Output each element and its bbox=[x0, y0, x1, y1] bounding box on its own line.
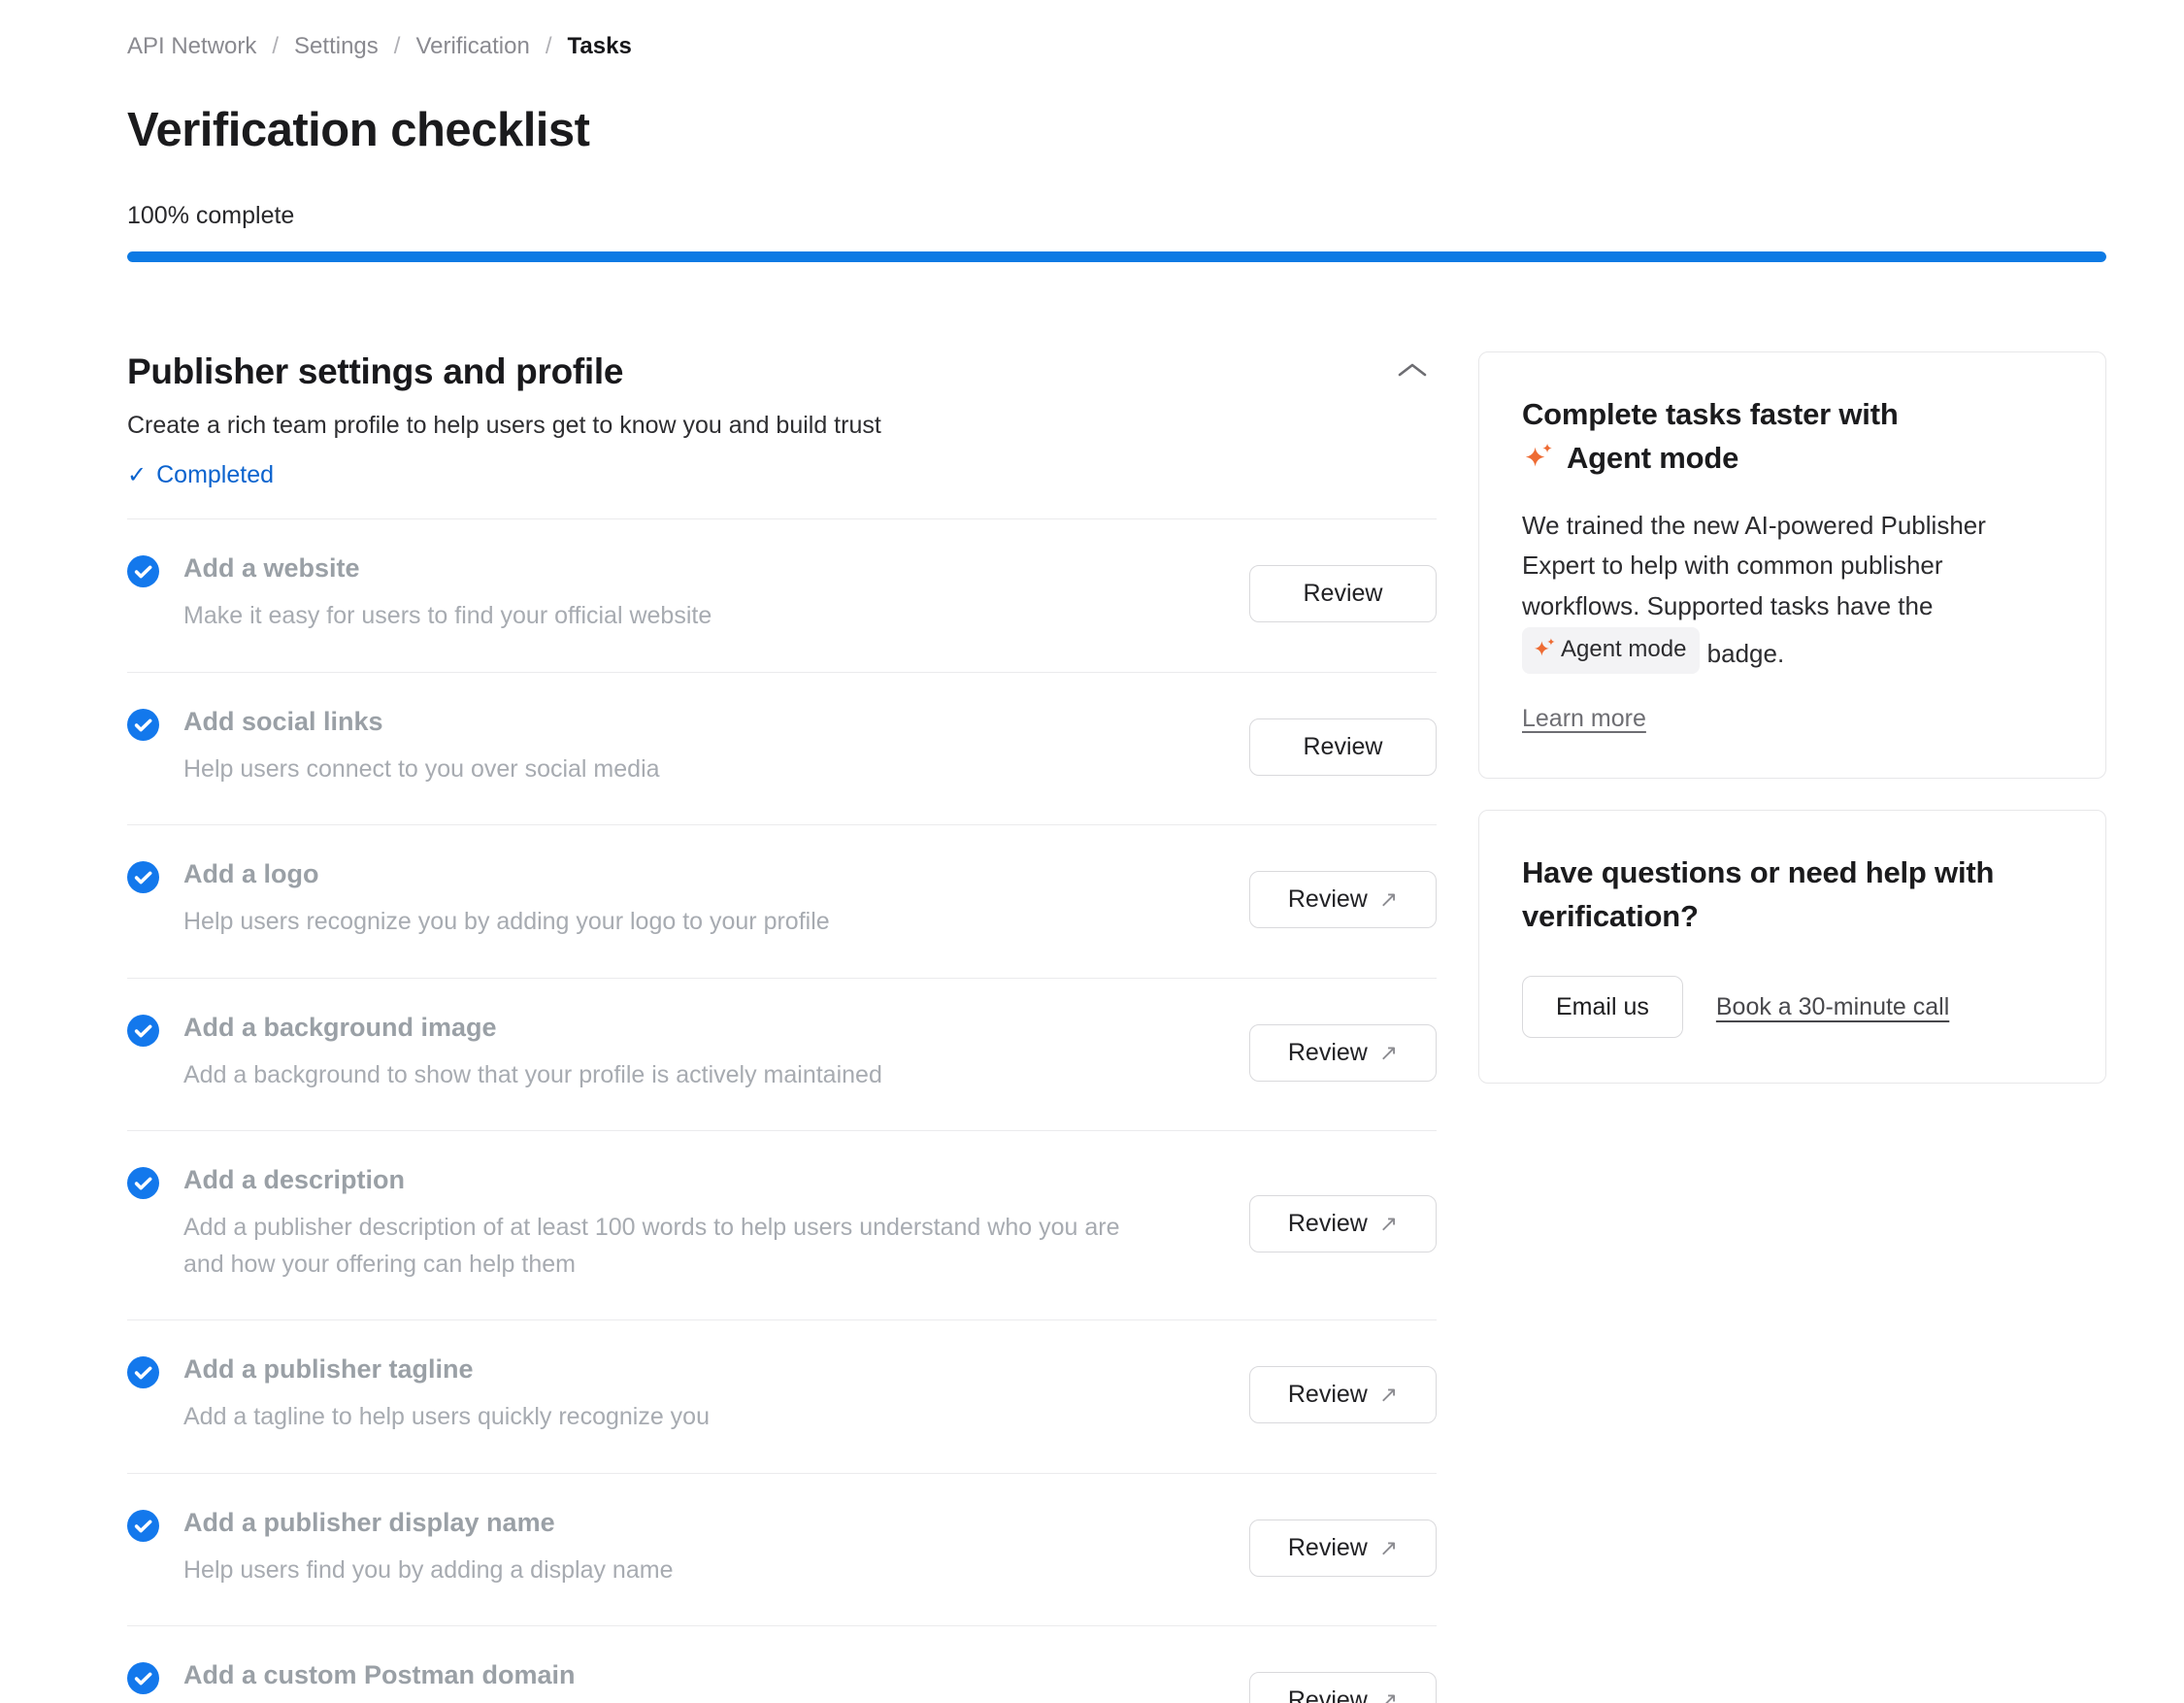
task-row-add-publisher-display-name: Add a publisher display name Help users … bbox=[127, 1474, 1437, 1627]
sparkle-icon bbox=[1532, 637, 1557, 662]
progress-label: 100% complete bbox=[127, 202, 2106, 230]
breadcrumb-item-verification[interactable]: Verification bbox=[415, 33, 529, 60]
review-button-label: Review bbox=[1288, 1210, 1368, 1238]
review-button-label: Review bbox=[1288, 1534, 1368, 1562]
task-row-add-website: Add a website Make it easy for users to … bbox=[127, 519, 1437, 673]
task-row-add-background-image: Add a background image Add a background … bbox=[127, 979, 1437, 1132]
external-arrow-icon: ↗ bbox=[1379, 1689, 1398, 1703]
agent-card-title-line1: Complete tasks faster with bbox=[1522, 397, 1899, 431]
task-row-add-description: Add a description Add a publisher descri… bbox=[127, 1131, 1437, 1320]
breadcrumb-item-api-network[interactable]: API Network bbox=[127, 33, 256, 60]
task-description: Help users connect to you over social me… bbox=[183, 751, 660, 788]
progress-bar bbox=[127, 251, 2106, 262]
review-button[interactable]: Review ↗ bbox=[1249, 1519, 1437, 1577]
verification-tasks-page: API Network / Settings / Verification / … bbox=[0, 0, 2184, 1703]
task-completed-check-icon bbox=[127, 1662, 159, 1694]
sparkle-icon bbox=[1522, 442, 1555, 475]
task-title: Add a publisher tagline bbox=[183, 1354, 710, 1385]
review-button-label: Review bbox=[1304, 733, 1383, 761]
task-completed-check-icon bbox=[127, 861, 159, 893]
review-button[interactable]: Review ↗ bbox=[1249, 1672, 1437, 1703]
review-button[interactable]: Review ↗ bbox=[1249, 718, 1437, 776]
email-us-button[interactable]: Email us bbox=[1522, 976, 1683, 1038]
task-title: Add social links bbox=[183, 707, 660, 737]
agent-card-body-after: badge. bbox=[1707, 639, 1785, 668]
breadcrumb-item-settings[interactable]: Settings bbox=[294, 33, 379, 60]
task-description: Help users find you by adding a display … bbox=[183, 1553, 673, 1589]
task-description: Make it easy for users to find your offi… bbox=[183, 598, 711, 635]
checklist-sidebar: Complete tasks faster with Agent mode We… bbox=[1478, 351, 2106, 1084]
collapse-section-button[interactable] bbox=[1388, 353, 1437, 389]
external-arrow-icon: ↗ bbox=[1379, 888, 1398, 911]
review-button[interactable]: Review ↗ bbox=[1249, 1024, 1437, 1082]
task-completed-check-icon bbox=[127, 555, 159, 587]
task-completed-check-icon bbox=[127, 709, 159, 741]
task-description: Add a background to show that your profi… bbox=[183, 1057, 882, 1094]
external-arrow-icon: ↗ bbox=[1379, 1537, 1398, 1559]
task-description: Add a tagline to help users quickly reco… bbox=[183, 1399, 710, 1436]
checklist-main-column: Publisher settings and profile Create a … bbox=[127, 351, 1437, 1703]
task-row-add-logo: Add a logo Help users recognize you by a… bbox=[127, 825, 1437, 979]
task-row-add-publisher-tagline: Add a publisher tagline Add a tagline to… bbox=[127, 1320, 1437, 1474]
task-completed-check-icon bbox=[127, 1510, 159, 1542]
task-row-add-social-links: Add social links Help users connect to y… bbox=[127, 673, 1437, 826]
agent-mode-badge: Agent mode bbox=[1522, 627, 1700, 674]
chevron-up-icon bbox=[1396, 367, 1429, 382]
review-button-label: Review bbox=[1288, 1381, 1368, 1409]
task-completed-check-icon bbox=[127, 1356, 159, 1388]
review-button[interactable]: Review ↗ bbox=[1249, 565, 1437, 622]
help-card: Have questions or need help with verific… bbox=[1478, 810, 2106, 1084]
publisher-section-header: Publisher settings and profile Create a … bbox=[127, 351, 1437, 519]
review-button-label: Review bbox=[1288, 885, 1368, 914]
agent-card-body-before: We trained the new AI-powered Publisher … bbox=[1522, 511, 1986, 620]
progress-bar-fill bbox=[127, 251, 2106, 262]
publisher-status-label: Completed bbox=[156, 461, 274, 489]
review-button-label: Review bbox=[1304, 580, 1383, 608]
breadcrumb: API Network / Settings / Verification / … bbox=[127, 33, 2106, 60]
agent-mode-badge-label: Agent mode bbox=[1561, 631, 1686, 668]
task-row-add-custom-postman-domain: Add a custom Postman domain Add a domain… bbox=[127, 1626, 1437, 1703]
breadcrumb-current-tasks: Tasks bbox=[568, 33, 632, 60]
review-button-label: Review bbox=[1288, 1686, 1368, 1703]
task-title: Add a description bbox=[183, 1165, 1154, 1195]
publisher-section-title: Publisher settings and profile bbox=[127, 351, 623, 392]
page-title: Verification checklist bbox=[127, 103, 2106, 157]
publisher-section-subtitle: Create a rich team profile to help users… bbox=[127, 412, 1437, 440]
task-title: Add a website bbox=[183, 553, 711, 584]
external-arrow-icon: ↗ bbox=[1379, 1213, 1398, 1235]
check-icon: ✓ bbox=[127, 461, 147, 489]
task-description: Add a publisher description of at least … bbox=[183, 1210, 1154, 1283]
breadcrumb-separator: / bbox=[394, 33, 401, 60]
book-call-link[interactable]: Book a 30-minute call bbox=[1716, 993, 1949, 1021]
publisher-section-status[interactable]: ✓ Completed bbox=[127, 461, 1437, 489]
review-button-label: Review bbox=[1288, 1039, 1368, 1067]
task-description: Help users recognize you by adding your … bbox=[183, 904, 830, 941]
task-title: Add a background image bbox=[183, 1013, 882, 1043]
help-card-title: Have questions or need help with verific… bbox=[1522, 852, 2063, 939]
task-title: Add a custom Postman domain bbox=[183, 1660, 707, 1690]
agent-mode-card-body: We trained the new AI-powered Publisher … bbox=[1522, 506, 2063, 675]
external-arrow-icon: ↗ bbox=[1379, 1042, 1398, 1064]
external-arrow-icon: ↗ bbox=[1379, 1384, 1398, 1406]
agent-card-title-line2: Agent mode bbox=[1567, 437, 1738, 481]
learn-more-link[interactable]: Learn more bbox=[1522, 705, 1646, 733]
task-title: Add a logo bbox=[183, 859, 830, 889]
task-completed-check-icon bbox=[127, 1167, 159, 1199]
review-button[interactable]: Review ↗ bbox=[1249, 871, 1437, 928]
agent-mode-card: Complete tasks faster with Agent mode We… bbox=[1478, 351, 2106, 779]
review-button[interactable]: Review ↗ bbox=[1249, 1195, 1437, 1252]
task-completed-check-icon bbox=[127, 1015, 159, 1047]
task-title: Add a publisher display name bbox=[183, 1508, 673, 1538]
breadcrumb-separator: / bbox=[272, 33, 279, 60]
agent-mode-card-title: Complete tasks faster with Agent mode bbox=[1522, 393, 2063, 481]
breadcrumb-separator: / bbox=[546, 33, 552, 60]
review-button[interactable]: Review ↗ bbox=[1249, 1366, 1437, 1423]
